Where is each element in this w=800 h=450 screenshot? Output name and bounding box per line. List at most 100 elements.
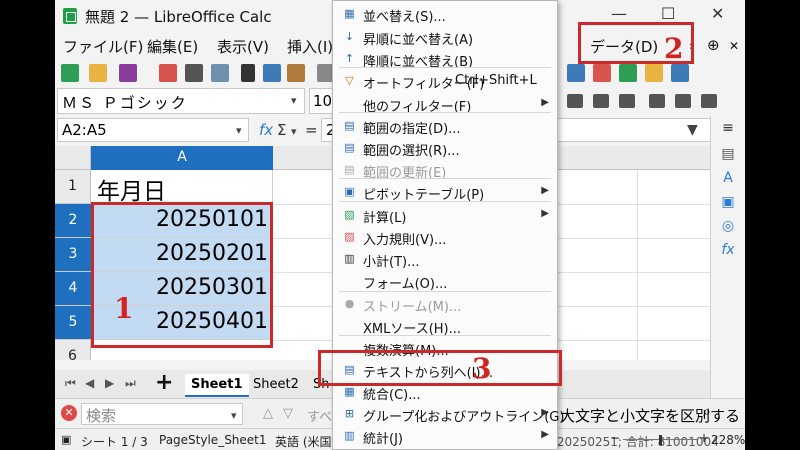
menu-item-sort[interactable]: ▦ 並べ替え(S)... (333, 3, 557, 26)
sheet-tab-sheet1[interactable]: Sheet1 (185, 374, 249, 397)
cut-icon[interactable] (241, 64, 255, 82)
autofilter-icon[interactable] (619, 64, 637, 82)
find-input[interactable]: 検索 (81, 403, 243, 425)
minimize-button[interactable]: — (611, 4, 627, 23)
row-header-1[interactable]: 1 (55, 170, 91, 204)
close-document-icon[interactable]: ✕ (729, 39, 739, 53)
insert-chart-icon[interactable] (671, 64, 689, 82)
menu-insert[interactable]: 挿入(I) (287, 36, 333, 57)
align-middle-icon[interactable] (675, 94, 691, 108)
formula-icon[interactable]: = (305, 121, 318, 139)
select-range-icon: ▤ (344, 141, 355, 154)
prev-sheet-icon[interactable]: ◀ (85, 376, 94, 390)
menu-item-subtotals[interactable]: ▥ 小計(T)... (333, 248, 557, 271)
name-box[interactable]: A2:A5 (57, 118, 249, 142)
row-header-2[interactable]: 2 (55, 204, 91, 238)
align-top-icon[interactable] (649, 94, 665, 108)
print-preview-icon[interactable] (211, 64, 229, 82)
find-all-button[interactable]: すべ (307, 406, 332, 425)
menu-separator (339, 335, 551, 336)
match-case-label[interactable]: 大文字と小文字を区別する (560, 405, 740, 426)
paste-icon[interactable] (287, 64, 305, 82)
sheet-tab-sheet2[interactable]: Sheet2 (247, 374, 305, 395)
gallery-icon[interactable]: ▣ (720, 194, 736, 210)
properties-icon[interactable]: ▤ (720, 146, 736, 162)
copy-icon[interactable] (263, 64, 281, 82)
sum-icon[interactable]: Σ (277, 121, 286, 139)
window-title: 無題 2 — LibreOffice Calc (85, 8, 272, 26)
annotation-label-3: 3 (472, 352, 492, 385)
align-right-icon[interactable] (619, 94, 635, 108)
row-header-6[interactable]: 6 (55, 340, 91, 360)
close-find-icon[interactable]: ✕ (61, 405, 77, 421)
maximize-button[interactable]: ☐ (661, 4, 675, 23)
find-prev-icon[interactable]: △ (263, 406, 273, 421)
menu-item-validity[interactable]: ▨ 入力規則(V)... (333, 226, 557, 249)
name-box-dropdown-icon[interactable]: ▾ (236, 124, 242, 137)
menu-item-calculate[interactable]: ▧ 計算(L) ▶ (333, 204, 557, 227)
streams-icon: ● (344, 297, 355, 310)
menu-separator (339, 201, 551, 202)
align-bottom-icon[interactable] (701, 94, 717, 108)
menu-edit[interactable]: 編集(E) (147, 36, 198, 57)
last-sheet-icon[interactable]: ⏭ (125, 376, 136, 391)
define-range-icon: ▤ (344, 119, 355, 132)
row-header-4[interactable]: 4 (55, 272, 91, 306)
subtotals-icon: ▥ (344, 252, 355, 265)
cell-a1[interactable]: 年月日 (91, 170, 273, 205)
zoom-out-icon[interactable]: − (610, 431, 620, 445)
open-icon[interactable] (89, 64, 107, 82)
find-dropdown-icon[interactable]: ▾ (231, 409, 237, 422)
select-all-corner[interactable] (55, 146, 91, 170)
refresh-range-icon: ▤ (344, 163, 355, 176)
styles-icon[interactable]: A (720, 170, 736, 186)
page-style[interactable]: PageStyle_Sheet1 (159, 433, 267, 447)
consolidate-icon: ▦ (344, 385, 355, 398)
expand-formula-icon[interactable]: ▼ (687, 122, 698, 138)
align-left-icon[interactable] (567, 94, 583, 108)
function-wizard-icon[interactable]: fx (259, 121, 273, 139)
find-replace-icon[interactable]: ⌕ (703, 404, 711, 420)
menu-item-autofilter[interactable]: ▽ オートフィルター(F) Ctrl+Shift+L (333, 70, 557, 93)
insert-image-icon[interactable] (645, 64, 663, 82)
autofilter-icon: ▽ (345, 74, 354, 87)
row-header-5[interactable]: 5 (55, 306, 91, 340)
functions-icon[interactable]: fx (720, 242, 736, 258)
menu-item-select-range[interactable]: ▤ 範囲の選択(R)... (333, 137, 557, 160)
close-button[interactable]: ✕ (711, 4, 724, 23)
zoom-slider-handle[interactable] (659, 435, 662, 445)
export-pdf-icon[interactable] (159, 64, 177, 82)
first-sheet-icon[interactable]: ⏮ (65, 376, 76, 391)
language-status[interactable]: 英語 (米国) (275, 433, 336, 450)
font-name-dropdown-icon[interactable]: ▾ (291, 94, 297, 107)
menu-item-group-outline[interactable]: ⊞ グループ化およびアウトライン(G) ▶ (333, 403, 565, 426)
menu-item-define-range[interactable]: ▤ 範囲の指定(D)... (333, 115, 557, 138)
new-document-icon[interactable] (61, 64, 79, 82)
sidebar-menu-icon[interactable]: ≡ (720, 120, 736, 136)
align-center-icon[interactable] (593, 94, 609, 108)
print-icon[interactable] (185, 64, 203, 82)
menu-item-form[interactable]: フォーム(O)... (333, 270, 557, 293)
zoom-level[interactable]: 228% (711, 433, 745, 447)
row-header-3[interactable]: 3 (55, 238, 91, 272)
menu-separator (339, 112, 551, 113)
submenu-arrow-icon: ▶ (541, 185, 549, 196)
font-name-box[interactable]: ＭＳ Ｐゴシック (57, 88, 305, 114)
menu-item-statistics[interactable]: ▥ 統計(J) ▶ (333, 425, 557, 448)
menu-file[interactable]: ファイル(F) (63, 36, 143, 57)
sum-dropdown-icon[interactable]: ▾ (291, 125, 297, 138)
globe-icon[interactable]: ⊕ (707, 36, 720, 54)
zoom-in-icon[interactable]: + (699, 431, 709, 445)
save-icon[interactable] (119, 64, 137, 82)
menu-item-sort-ascending[interactable]: ↓ 昇順に並べ替え(A) (333, 26, 557, 49)
column-header-a[interactable]: A (91, 146, 273, 170)
annotation-box-1 (91, 202, 273, 348)
save-status-icon: ▣ (61, 433, 72, 446)
add-sheet-icon[interactable]: + (155, 370, 173, 395)
find-next-icon[interactable]: ▽ (283, 406, 293, 421)
navigator-icon[interactable]: ◎ (720, 218, 736, 234)
sort-descending-icon[interactable] (593, 64, 611, 82)
sort-icon[interactable] (567, 64, 585, 82)
next-sheet-icon[interactable]: ▶ (105, 376, 114, 390)
menu-view[interactable]: 表示(V) (217, 36, 269, 57)
